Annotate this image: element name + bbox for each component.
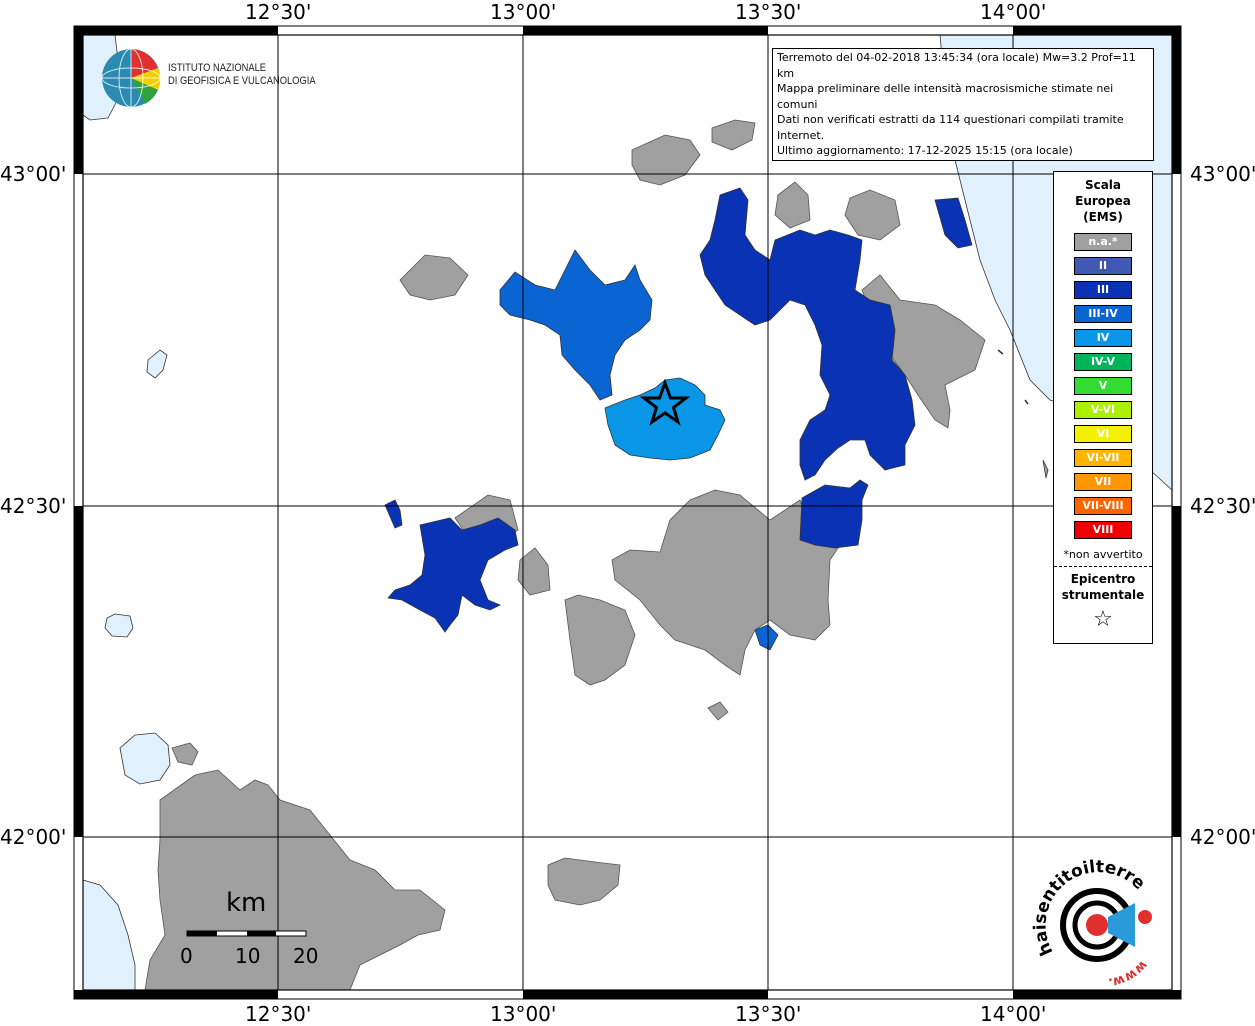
lon-label-top: 12°30'	[245, 0, 312, 24]
coastline-mark	[997, 349, 1004, 355]
ems-legend: Scala Europea (EMS) n.a.* II III III-IV IV IV…	[1053, 171, 1153, 644]
region-na	[564, 594, 636, 686]
region-III	[799, 479, 869, 549]
lat-label-right: 43°00'	[1190, 162, 1255, 186]
legend-item: VII	[1074, 473, 1132, 491]
lat-label-left: 42°30'	[0, 494, 67, 518]
lat-label-right: 42°30'	[1190, 494, 1255, 518]
lake-3	[119, 732, 171, 785]
lat-label-right: 42°00'	[1190, 825, 1255, 849]
legend-item: V-VI	[1074, 401, 1132, 419]
legend-item: III	[1074, 281, 1132, 299]
legend-epicenter-line: Epicentro	[1070, 572, 1136, 586]
event-info-box: Terremoto del 04-02-2018 13:45:34 (ora l…	[772, 48, 1154, 161]
legend-item: III-IV	[1074, 305, 1132, 323]
scalebar	[186, 930, 307, 937]
lon-label-bottom: 13°00'	[490, 1002, 557, 1026]
institute-line1: ISTITUTO NAZIONALE	[168, 62, 267, 74]
star-icon: ☆	[1093, 607, 1113, 632]
logo-www: www.	[1107, 957, 1150, 989]
lat-label-left: 42°00'	[0, 825, 67, 849]
coastline-mark	[1042, 459, 1049, 479]
legend-item: VI	[1074, 425, 1132, 443]
legend-title-line: Europea	[1075, 194, 1131, 208]
legend-item: V	[1074, 377, 1132, 395]
region-na	[774, 181, 811, 229]
coastline-mark	[1024, 399, 1029, 405]
legend-item: VI-VII	[1074, 449, 1132, 467]
region-III	[387, 517, 519, 633]
region-III-IV	[754, 624, 779, 651]
region-na	[707, 701, 729, 721]
legend-epicenter-line: strumentale	[1061, 588, 1145, 602]
region-na	[631, 134, 701, 186]
region-na	[844, 189, 901, 241]
legend-title-line: (EMS)	[1083, 210, 1123, 224]
haisentito-logo-icon: haisentitoilterremoto.it www.	[1030, 855, 1152, 990]
lon-label-top: 13°00'	[490, 0, 557, 24]
lon-label-top: 14°00'	[980, 0, 1047, 24]
legend-item: II	[1074, 257, 1132, 275]
legend-item: IV	[1074, 329, 1132, 347]
event-info-line: Terremoto del 04-02-2018 13:45:34 (ora l…	[777, 51, 1136, 80]
event-info-line: Ultimo aggiornamento: 17-12-2025 15:15 (…	[777, 144, 1073, 157]
sea-area-southwest	[82, 879, 136, 991]
scalebar-tick: 10	[235, 944, 261, 968]
institute-line2: DI GEOFISICA E VULCANOLOGIA	[168, 75, 316, 87]
lat-label-left: 43°00'	[0, 162, 67, 186]
legend-item: VII-VIII	[1074, 497, 1132, 515]
legend-divider	[1054, 566, 1152, 567]
lon-label-top: 13°30'	[735, 0, 802, 24]
svg-text:www.: www.	[1107, 957, 1150, 989]
legend-items: n.a.* II III III-IV IV IV-V V V-VI VI VI-VII VII VI…	[1054, 233, 1152, 539]
legend-title: Scala Europea (EMS)	[1054, 177, 1152, 225]
legend-epicenter-label: Epicentro strumentale	[1054, 571, 1152, 603]
region-na	[547, 857, 621, 906]
event-info-line: Dati non verificati estratti da 114 ques…	[777, 113, 1124, 142]
legend-item: n.a.*	[1074, 233, 1132, 251]
scalebar-tick: 20	[293, 944, 319, 968]
region-III	[384, 499, 403, 529]
event-info-line: Mappa preliminare delle intensità macros…	[777, 82, 1114, 111]
lon-label-bottom: 13°30'	[735, 1002, 802, 1026]
lon-label-bottom: 12°30'	[245, 1002, 312, 1026]
legend-item: VIII	[1074, 521, 1132, 539]
region-na	[399, 254, 469, 301]
scalebar-tick: 0	[180, 944, 193, 968]
lake-2	[104, 613, 134, 638]
region-IV	[604, 377, 726, 461]
region-na	[711, 119, 756, 151]
legend-title-line: Scala	[1084, 178, 1122, 192]
legend-note: *non avvertito	[1063, 548, 1143, 561]
legend-item: IV-V	[1074, 353, 1132, 371]
scalebar-unit: km	[226, 888, 267, 918]
institute-name: ISTITUTO NAZIONALE DI GEOFISICA E VULCAN…	[168, 62, 316, 88]
ingv-logo-icon	[101, 48, 161, 108]
lake-1	[146, 349, 168, 379]
region-na	[171, 742, 199, 766]
lon-label-bottom: 14°00'	[980, 1002, 1047, 1026]
